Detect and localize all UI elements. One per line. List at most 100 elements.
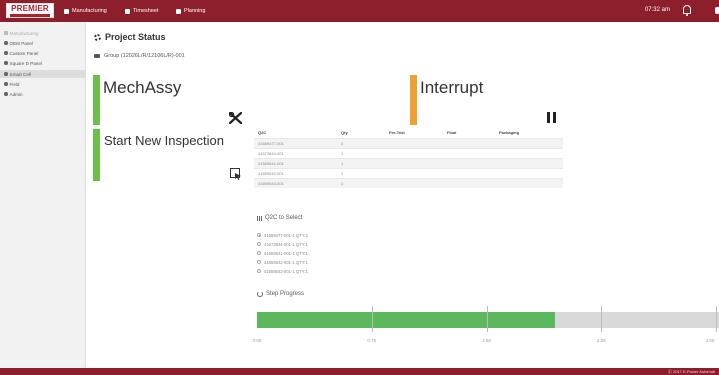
step-progress-fill bbox=[257, 312, 556, 328]
bell-icon[interactable] bbox=[683, 5, 691, 16]
cell-final bbox=[443, 178, 495, 188]
radio-button[interactable] bbox=[257, 269, 261, 273]
page-title-text: Project Status bbox=[105, 32, 166, 42]
cell-qty: 1 bbox=[341, 180, 344, 186]
sidebar-item-field[interactable]: Field bbox=[4, 81, 19, 87]
pause-icon[interactable] bbox=[547, 112, 556, 123]
table-row[interactable]: 41659543-001 1 bbox=[254, 178, 563, 188]
q2c-option-2[interactable]: 41659541-001-1 QTY:1 bbox=[257, 250, 308, 256]
nav-planning[interactable]: Planning bbox=[176, 5, 205, 17]
sidebar-item-label: Field bbox=[9, 81, 20, 87]
cell-pretest bbox=[385, 158, 443, 168]
cell-packaging bbox=[495, 138, 563, 148]
cell-packaging bbox=[495, 178, 563, 188]
cell-q2c: 41659477-001 bbox=[258, 140, 284, 146]
cell-packaging bbox=[495, 168, 563, 178]
cell-q2c: 41659543-001 bbox=[258, 180, 284, 186]
radio-button[interactable] bbox=[257, 251, 261, 255]
company-logo[interactable]: PREMIER bbox=[6, 3, 54, 18]
table-header-row: Q2C Qty Pre-Test Final Packaging bbox=[254, 128, 563, 138]
cell-pretest bbox=[385, 138, 443, 148]
sidebar-item-custom-panel[interactable]: Custom Panel bbox=[4, 50, 38, 56]
logo-text: PREMIER bbox=[11, 4, 49, 13]
group-info: Group (12026L/R/12106L/R)-001 bbox=[94, 53, 185, 59]
grid-line bbox=[601, 306, 603, 332]
col-qty: Qty bbox=[341, 130, 348, 136]
top-nav-bar: PREMIER Manufacturing Timesheet Planning… bbox=[0, 0, 719, 22]
sidebar-item-admin[interactable]: Admin bbox=[4, 91, 23, 97]
tick-label: 3.00 bbox=[705, 338, 715, 343]
tick-label: 0.75 bbox=[367, 338, 377, 343]
wrench-screwdriver-icon[interactable] bbox=[229, 112, 242, 124]
cell-pretest bbox=[385, 168, 443, 178]
sidebar-item-label: Admin bbox=[9, 91, 23, 97]
sidebar-item-smart-cell[interactable]: Smart Cell bbox=[4, 71, 31, 77]
cell-qty: 1 bbox=[341, 170, 344, 176]
inspection-label: Start New Inspection bbox=[104, 133, 224, 148]
tick-label: 2.25 bbox=[596, 338, 606, 343]
clock-display: 07:32 am bbox=[644, 7, 670, 13]
cell-final bbox=[443, 138, 495, 148]
col-packaging: Packaging bbox=[499, 130, 520, 136]
circle-icon bbox=[4, 51, 8, 55]
cell-final bbox=[443, 168, 495, 178]
q2c-option-4[interactable]: 41659543-001-1 QTY:1 bbox=[257, 268, 308, 274]
footer-bar: Ⓒ 2017 E-Power Automati bbox=[0, 368, 719, 375]
mechassy-status-bar bbox=[93, 75, 100, 125]
q2c-option-label: 41659542-001-1 QTY:1 bbox=[264, 259, 308, 265]
table-row[interactable]: 41672844-001 1 bbox=[254, 148, 563, 158]
cell-q2c: 41672844-001 bbox=[258, 150, 284, 156]
sidebar-section-label: Manufacturing bbox=[9, 30, 39, 36]
q2c-select-heading: Q2C to Select bbox=[257, 215, 302, 221]
cell-final bbox=[443, 158, 495, 168]
nav-planning-label: Planning bbox=[184, 8, 206, 14]
circle-icon bbox=[4, 92, 8, 96]
sidebar-item-label: Square D Panel bbox=[9, 60, 42, 66]
sidebar-section-manufacturing[interactable]: Manufacturing bbox=[4, 30, 39, 36]
table-row[interactable]: 41659542-001 1 bbox=[254, 168, 563, 178]
step-progress-bar bbox=[257, 312, 719, 328]
tick-label: 1.50 bbox=[482, 338, 491, 343]
radio-button[interactable] bbox=[257, 242, 261, 246]
sidebar-item-oem-panel[interactable]: OEM Panel bbox=[4, 40, 33, 46]
radio-button[interactable] bbox=[257, 233, 261, 237]
step-progress-heading: Step Progress bbox=[257, 291, 304, 297]
sidebar-item-square-d-panel[interactable]: Square D Panel bbox=[4, 60, 42, 66]
cell-qty: 1 bbox=[341, 150, 344, 156]
cursor-icon[interactable] bbox=[230, 168, 242, 180]
tick-label: 0.00 bbox=[252, 338, 262, 343]
user-icon[interactable] bbox=[715, 7, 719, 14]
group-label: Group (12026L/R/12106L/R)-001 bbox=[104, 53, 185, 59]
interrupt-label: Interrupt bbox=[420, 78, 484, 97]
col-q2c: Q2C bbox=[258, 130, 267, 136]
q2c-table: Q2C Qty Pre-Test Final Packaging 4165947… bbox=[254, 128, 563, 188]
calendar-icon bbox=[125, 8, 130, 14]
q2c-option-3[interactable]: 41659542-001-1 QTY:1 bbox=[257, 259, 308, 265]
footer-text: Ⓒ 2017 E-Power Automati bbox=[667, 369, 715, 374]
mechassy-label: MechAssy bbox=[103, 78, 182, 97]
nav-manufacturing[interactable]: Manufacturing bbox=[59, 0, 112, 22]
gear-icon bbox=[94, 33, 101, 41]
q2c-option-0[interactable]: 41659477-001-1 QTY:2 bbox=[257, 232, 308, 238]
table-row[interactable]: 41659477-001 2 bbox=[254, 138, 563, 148]
calendar-icon bbox=[176, 8, 181, 14]
grid-line bbox=[716, 306, 717, 332]
circle-icon bbox=[4, 41, 8, 45]
sidebar-item-label: OEM Panel bbox=[9, 40, 34, 46]
page-title: Project Status bbox=[94, 32, 166, 42]
q2c-option-1[interactable]: 41672844-001-1 QTY:1 bbox=[257, 241, 308, 247]
cell-pretest bbox=[385, 178, 443, 188]
circle-icon bbox=[4, 82, 8, 86]
nav-timesheet[interactable]: Timesheet bbox=[125, 5, 158, 17]
circle-icon bbox=[4, 72, 8, 76]
radio-button[interactable] bbox=[257, 260, 261, 264]
cell-pretest bbox=[385, 148, 443, 158]
sidebar-item-label: Smart Cell bbox=[9, 71, 31, 77]
col-final: Final bbox=[447, 130, 457, 136]
q2c-select-label: Q2C to Select bbox=[265, 215, 303, 221]
nav-timesheet-label: Timesheet bbox=[133, 8, 159, 14]
interrupt-status-bar bbox=[410, 75, 417, 125]
cell-qty: 2 bbox=[341, 140, 344, 146]
cell-packaging bbox=[495, 158, 563, 168]
table-row[interactable]: 41659541-001 1 bbox=[254, 158, 563, 168]
